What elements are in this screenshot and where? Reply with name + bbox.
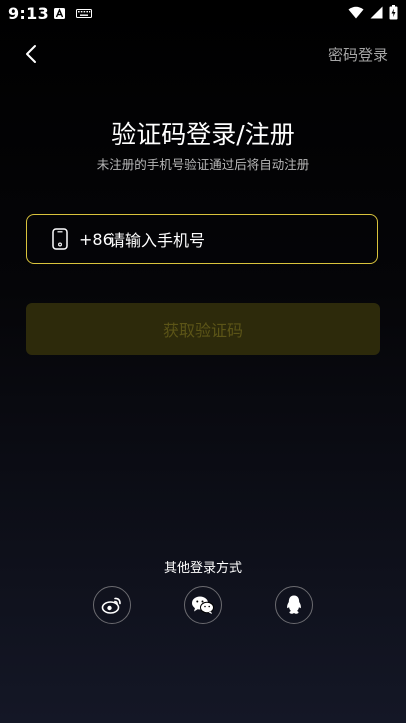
qq-icon <box>287 595 301 614</box>
get-code-button[interactable]: 获取验证码 <box>26 303 380 355</box>
wechat-icon <box>192 596 214 614</box>
password-login-link[interactable]: 密码登录 <box>328 44 388 65</box>
weibo-login-button[interactable] <box>93 586 131 624</box>
other-login-label: 其他登录方式 <box>163 561 242 576</box>
wechat-login-button[interactable] <box>184 586 222 624</box>
battery-icon <box>389 5 398 20</box>
phone-icon <box>52 228 68 250</box>
country-code[interactable]: +86 <box>79 230 113 249</box>
status-time: 9:13 <box>8 4 49 23</box>
wifi-icon <box>348 6 364 19</box>
phone-field[interactable]: +86 <box>26 214 378 264</box>
notification-a-icon <box>54 8 65 19</box>
status-right-icons <box>348 5 398 20</box>
page-subtitle: 未注册的手机号验证通过后将自动注册 <box>96 157 310 172</box>
signal-icon <box>370 6 383 19</box>
phone-input[interactable] <box>109 225 349 255</box>
weibo-icon <box>101 597 121 614</box>
page-title: 验证码登录/注册 <box>111 120 295 149</box>
back-icon[interactable] <box>20 40 46 68</box>
qq-login-button[interactable] <box>275 586 313 624</box>
keyboard-icon <box>76 9 92 18</box>
